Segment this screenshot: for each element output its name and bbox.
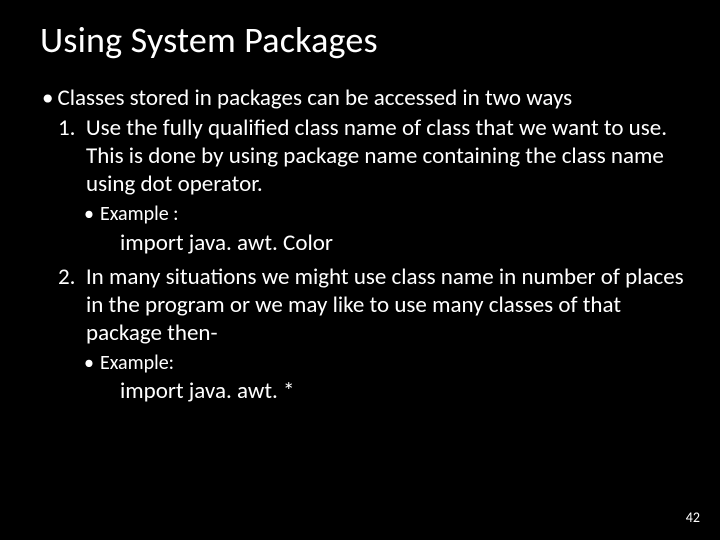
slide-title: Using System Packages: [40, 18, 692, 62]
item-number: 2.: [58, 263, 75, 291]
numbered-item-2: 2. In many situations we might use class…: [28, 263, 692, 347]
item-number: 1.: [58, 114, 75, 142]
example-label: Example:: [100, 351, 174, 375]
bullet-icon: •: [84, 351, 100, 375]
code-example-1: import java. awt. Color: [28, 229, 692, 257]
slide-content: •Classes stored in packages can be acces…: [28, 84, 692, 405]
item-text: In many situations we might use class na…: [86, 263, 684, 347]
bullet-icon: •: [84, 202, 100, 226]
slide: Using System Packages •Classes stored in…: [0, 0, 720, 405]
page-number: 42: [686, 509, 700, 526]
bullet-icon: •: [42, 84, 57, 112]
intro-bullet: •Classes stored in packages can be acces…: [28, 84, 692, 112]
example-label: Example :: [100, 202, 179, 226]
item-text: Use the fully qualified class name of cl…: [86, 114, 667, 198]
code-example-2: import java. awt. *: [28, 377, 692, 405]
intro-text: Classes stored in packages can be access…: [57, 84, 572, 112]
numbered-item-1: 1. Use the fully qualified class name of…: [28, 114, 692, 198]
example-bullet-1: •Example :: [28, 202, 692, 226]
example-bullet-2: •Example:: [28, 351, 692, 375]
